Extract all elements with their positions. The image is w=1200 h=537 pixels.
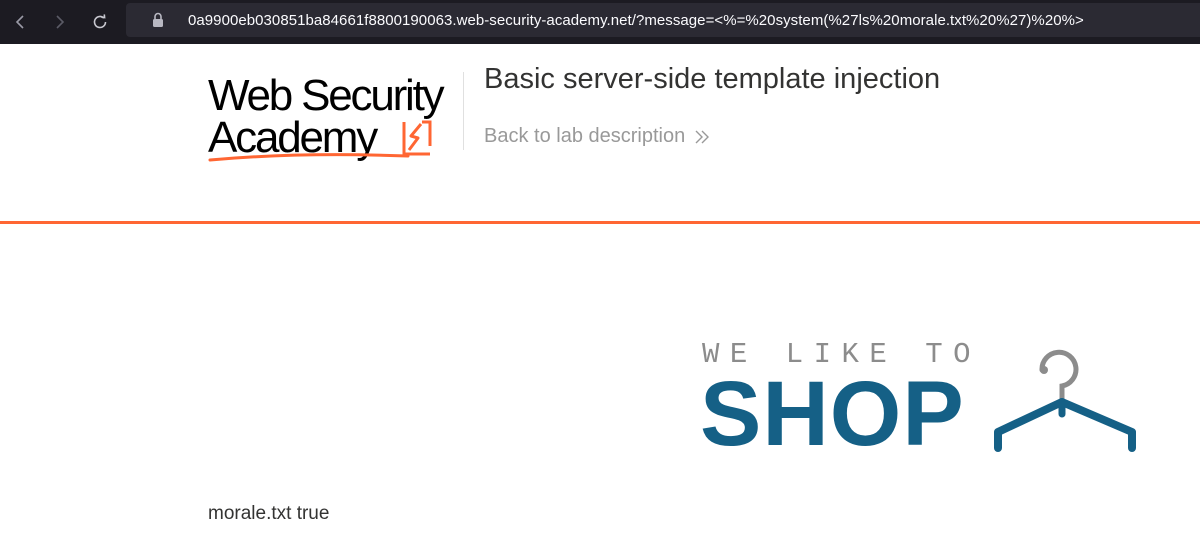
lock-icon [153,12,163,27]
chevron-right-icon [56,15,65,29]
shop-logo: WE LIKE TO SHOP [700,338,1150,462]
address-bar[interactable]: 0a9900eb030851ba84661f8800190063.web-sec… [126,3,1200,37]
academy-logo[interactable]: Web Security Academy [208,68,460,164]
chevron-left-icon [15,15,24,29]
shop-word: SHOP [700,363,965,465]
logo-underline-icon [208,153,410,162]
forward-button[interactable] [40,0,80,44]
header-rule [0,221,1200,224]
back-to-lab-link[interactable]: Back to lab description [484,125,710,148]
reload-icon [93,14,107,29]
back-link-label: Back to lab description [484,125,686,147]
header-divider [463,72,464,150]
lab-title: Basic server-side template injection [484,63,941,95]
back-button[interactable] [0,0,40,44]
academy-header: Web Security Academy Basic server-side t… [0,44,1200,224]
template-output-message: morale.txt true [208,503,330,524]
url-text[interactable]: 0a9900eb030851ba84661f8800190063.web-sec… [188,12,1084,29]
hanger-icon [994,349,1136,452]
browser-toolbar: 0a9900eb030851ba84661f8800190063.web-sec… [0,0,1200,44]
reload-button[interactable] [80,0,120,44]
double-chevron-right-icon [695,130,710,143]
logo-line1: Web Security [208,71,445,120]
